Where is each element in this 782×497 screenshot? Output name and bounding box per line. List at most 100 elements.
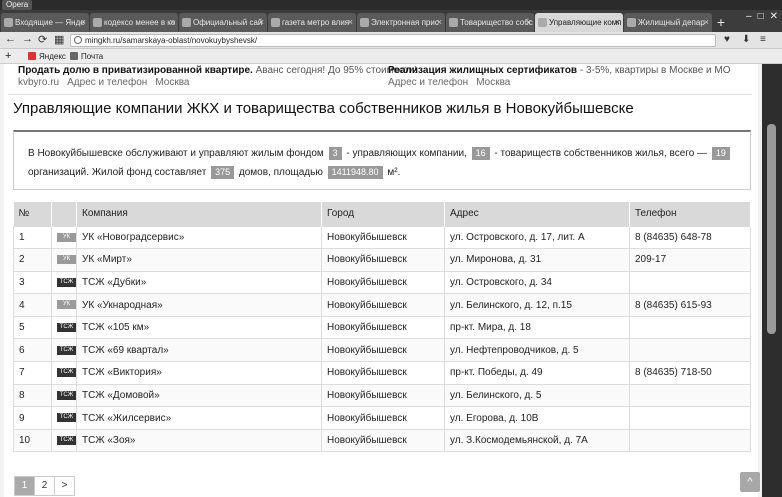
ad-title[interactable]: Продать долю в приватизированной квартир… [18,65,253,76]
scrollbar[interactable] [762,64,782,497]
browser-tab[interactable]: Входящие — Янде × [1,13,89,32]
close-window-icon[interactable]: ✕ [770,11,778,22]
browser-tab[interactable]: кодексо менее в ко × [90,13,178,32]
tab-close-icon[interactable]: × [348,13,353,32]
phone-cell [629,338,751,363]
page-link[interactable]: 1 [14,476,35,496]
row-type: ТСЖ [51,383,77,408]
phone-cell [629,383,751,408]
org-type-badge: УК [57,232,76,242]
company-link[interactable]: ТСЖ «Виктория» [76,361,322,385]
col-phone-header[interactable]: Телефон [629,202,751,226]
content-card: Продать долю в приватизированной квартир… [4,64,760,497]
heart-icon[interactable]: ♥ [724,34,730,45]
bookmark-label: Почта [81,52,104,61]
ad-block-1[interactable]: Продать долю в приватизированной квартир… [18,64,417,78]
row-number: 2 [13,248,52,272]
ad-title[interactable]: Реализация жилищных сертификатов [388,65,577,76]
org-type-badge: ТСЖ [57,277,76,287]
ad-block-2[interactable]: Реализация жилищных сертификатов - 3-5%,… [388,64,731,78]
org-type-badge: ТСЖ [57,413,76,423]
browser-tab[interactable]: Товарищество собс × [446,13,534,32]
scroll-to-top-button[interactable]: ^ [740,472,760,492]
mail-icon [70,52,78,60]
company-link[interactable]: УК «Мирт» [76,248,322,272]
tab-close-icon[interactable]: × [526,13,531,32]
row-type: ТСЖ [51,406,77,430]
houses-count-badge: 375 [211,166,235,179]
tab-close-icon[interactable]: × [170,13,175,32]
next-page-button[interactable]: > [54,476,75,496]
tab-close-icon[interactable]: × [81,13,86,32]
address-cell: ул. Белинского, д. 12, п.15 [444,293,630,317]
table-row: 1 УК УК «Новоградсервис» Новокуйбышевск ул. … [13,225,751,250]
row-type: ТСЖ [51,338,77,363]
summary-text: - управляющих компании, [346,148,467,159]
address-cell: пр-кт. Победы, д. 49 [444,361,630,385]
company-link[interactable]: ТСЖ «Дубки» [76,270,322,295]
minimize-icon[interactable]: – [746,11,752,22]
reload-icon[interactable]: ⟳ [38,33,47,46]
page-viewport: Продать долю в приватизированной квартир… [0,64,762,497]
row-number: 7 [13,361,52,385]
col-city-header[interactable]: Город [321,202,445,226]
bookmark-mail[interactable]: Почта [70,49,103,64]
ad-address-link[interactable]: Адрес и телефон [67,77,147,88]
browser-tab[interactable]: газета метро влия × [268,13,356,32]
scrollbar-thumb[interactable] [767,124,776,334]
opera-menu-button[interactable]: Opera [2,0,33,10]
pagination: 1 2 > [14,476,75,496]
table-row: 9 ТСЖ ТСЖ «Жилсервис» Новокуйбышевск ул. Его… [13,406,751,430]
city-cell: Новокуйбышевск [321,225,445,250]
company-link[interactable]: УК «Новоградсервис» [76,225,322,250]
tab-close-icon[interactable]: × [437,13,442,32]
speed-dial-icon[interactable]: ▦ [54,33,64,46]
ad-domain[interactable]: kvbyro.ru [18,77,59,88]
company-link[interactable]: ТСЖ «Домовой» [76,383,322,408]
tab-favicon-icon [4,18,13,27]
address-cell: ул. Егорова, д. 10В [444,406,630,430]
back-icon[interactable]: ← [5,33,16,45]
address-cell: ул. Белинского, д. 5 [444,383,630,408]
download-icon[interactable]: ⬇ [742,34,750,45]
maximize-icon[interactable]: □ [758,11,764,22]
yandex-icon [28,52,36,60]
menu-icon[interactable]: ≡ [760,34,766,45]
new-tab-button[interactable]: + [712,12,730,32]
browser-tab[interactable]: Электронная прис × [357,13,445,32]
summary-text: В Новокуйбышевске обслуживают и управляю… [28,148,324,159]
city-cell: Новокуйбышевск [321,293,445,317]
bookmark-yandex[interactable]: Яндекс [28,49,66,64]
company-link[interactable]: УК «Укнародная» [76,293,322,317]
browser-tab[interactable]: Управляющие комп × [535,13,623,32]
city-cell: Новокуйбышевск [321,248,445,272]
company-link[interactable]: ТСЖ «Жилсервис» [76,406,322,430]
add-bookmark-icon[interactable]: + [5,49,11,64]
org-type-badge: УК [57,300,76,310]
forward-icon[interactable]: → [22,33,33,45]
company-link[interactable]: ТСЖ «Зоя» [76,428,322,453]
city-cell: Новокуйбышевск [321,270,445,295]
tab-close-icon[interactable]: × [704,13,709,32]
address-bar: ← → ⟳ ▦ mingkh.ru/samarskaya-oblast/novo… [0,32,782,49]
phone-cell [629,406,751,430]
col-number-header[interactable]: № [13,202,52,226]
tab-close-icon[interactable]: × [615,13,620,32]
tab-close-icon[interactable]: × [259,13,264,32]
address-cell: ул. Островского, д. 34 [444,270,630,295]
company-link[interactable]: ТСЖ «105 км» [76,315,322,340]
page-link[interactable]: 2 [34,476,55,496]
url-input[interactable]: mingkh.ru/samarskaya-oblast/novokuybyshe… [70,34,716,47]
browser-tab[interactable]: Жилищный депар × [624,13,712,32]
phone-cell [629,315,751,340]
col-address-header[interactable]: Адрес [444,202,630,226]
table-row: 8 ТСЖ ТСЖ «Домовой» Новокуйбышевск ул. Белин… [13,383,751,408]
tab-label: кодексо менее в ко [104,18,176,27]
tab-favicon-icon [627,18,636,27]
tab-label: Управляющие комп [549,18,622,27]
browser-tab[interactable]: Официальный сай × [179,13,267,32]
col-company-header[interactable]: Компания [76,202,322,226]
company-link[interactable]: ТСЖ «69 квартал» [76,338,322,363]
ad-address-link[interactable]: Адрес и телефон [388,77,468,88]
row-number: 3 [13,270,52,295]
